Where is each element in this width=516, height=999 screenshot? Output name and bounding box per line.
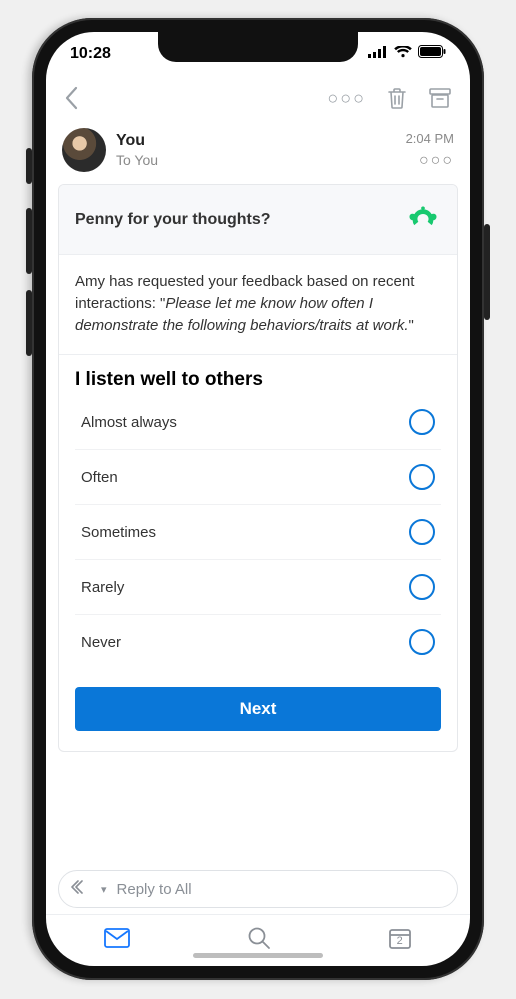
trash-icon[interactable]	[386, 86, 408, 110]
radio-icon[interactable]	[409, 519, 435, 545]
option-label: Rarely	[81, 579, 124, 596]
sender-name: You	[116, 132, 406, 150]
bottom-tabs: 2	[46, 914, 470, 966]
surveymonkey-logo-icon	[405, 203, 441, 236]
calendar-badge: 2	[388, 935, 412, 947]
cellular-signal-icon	[368, 45, 388, 63]
wifi-icon	[394, 45, 412, 63]
battery-icon	[418, 45, 446, 63]
option-label: Almost always	[81, 414, 177, 431]
survey-card: Penny for your thoughts? Amy has request…	[58, 184, 458, 752]
next-button[interactable]: Next	[75, 687, 441, 731]
tab-calendar[interactable]: 2	[388, 926, 412, 955]
message-time: 2:04 PM	[406, 131, 454, 146]
sender-row: You To You 2:04 PM ○○○	[46, 120, 470, 184]
tab-search[interactable]	[247, 926, 271, 955]
home-indicator[interactable]	[193, 953, 323, 958]
reply-all-icon[interactable]	[71, 880, 91, 898]
reply-placeholder: Reply to All	[117, 881, 192, 898]
option-row[interactable]: Never	[75, 615, 441, 669]
chevron-down-icon[interactable]: ▾	[101, 883, 107, 896]
survey-title: Penny for your thoughts?	[75, 211, 271, 229]
archive-icon[interactable]	[428, 87, 452, 109]
status-time: 10:28	[70, 45, 111, 63]
radio-icon[interactable]	[409, 464, 435, 490]
option-label: Often	[81, 469, 118, 486]
option-row[interactable]: Almost always	[75, 395, 441, 450]
radio-icon[interactable]	[409, 629, 435, 655]
back-button[interactable]	[64, 86, 80, 110]
option-label: Sometimes	[81, 524, 156, 541]
radio-icon[interactable]	[409, 574, 435, 600]
avatar	[62, 128, 106, 172]
message-more-icon[interactable]: ○○○	[406, 152, 454, 170]
survey-intro: Amy has requested your feedback based on…	[59, 255, 457, 355]
email-navbar: ○○○	[46, 76, 470, 120]
option-row[interactable]: Sometimes	[75, 505, 441, 560]
survey-question: I listen well to others	[59, 355, 457, 395]
radio-icon[interactable]	[409, 409, 435, 435]
reply-bar[interactable]: ▾ Reply to All	[58, 870, 458, 908]
more-icon[interactable]: ○○○	[327, 88, 366, 109]
recipient-line[interactable]: To You	[116, 152, 406, 168]
tab-mail[interactable]	[104, 928, 130, 953]
option-row[interactable]: Often	[75, 450, 441, 505]
option-label: Never	[81, 634, 121, 651]
option-row[interactable]: Rarely	[75, 560, 441, 615]
